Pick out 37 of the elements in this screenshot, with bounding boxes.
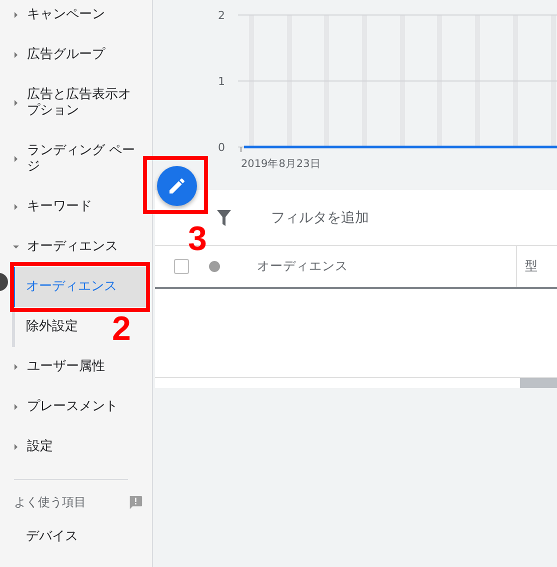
nav-item[interactable]: キャンペーン [0,0,152,35]
step-number: 2 [112,312,131,346]
nav-item[interactable]: デバイス [0,517,78,557]
caret-icon [13,244,19,250]
caret-icon [13,100,19,106]
nav-item[interactable]: キーワード [0,187,152,227]
select-all-checkbox[interactable] [174,259,189,274]
nav-item[interactable]: 設定 [0,427,152,467]
caret-icon [13,156,19,162]
y-axis-label: 1 [218,75,225,88]
add-filter-link[interactable]: フィルタを追加 [271,208,369,226]
feedback-icon[interactable] [128,495,143,510]
highlight-frame [143,156,208,214]
date-label: 2019年8月23日 [241,158,321,170]
column-header[interactable]: 型 [525,258,538,275]
caret-icon [13,12,19,18]
pencil-icon [167,176,187,196]
status-dot-icon [209,261,220,272]
nav-item[interactable]: 広告グループ [0,35,152,75]
caret-icon [13,204,19,210]
column-header[interactable]: オーディエンス [257,246,517,287]
y-axis-label: 0 [218,141,225,154]
caret-icon [13,444,19,450]
caret-icon [13,404,19,410]
caret-icon [13,52,19,58]
nav-item[interactable]: オーディエンス [0,227,152,267]
caret-icon [13,364,19,370]
edit-button[interactable] [157,166,197,206]
nav-item[interactable]: プレースメント [0,387,152,427]
step-number: 3 [188,222,207,256]
section-title: よく使う項目 [14,494,86,511]
scrollbar-thumb[interactable] [520,378,557,388]
nav-item[interactable]: ユーザー属性 [0,347,152,387]
y-axis-label: 2 [218,9,225,22]
nav-item[interactable]: 広告と広告表示オプション [0,75,152,131]
nav-item[interactable]: ランディング ページ [0,131,152,187]
filter-icon[interactable] [217,210,231,226]
